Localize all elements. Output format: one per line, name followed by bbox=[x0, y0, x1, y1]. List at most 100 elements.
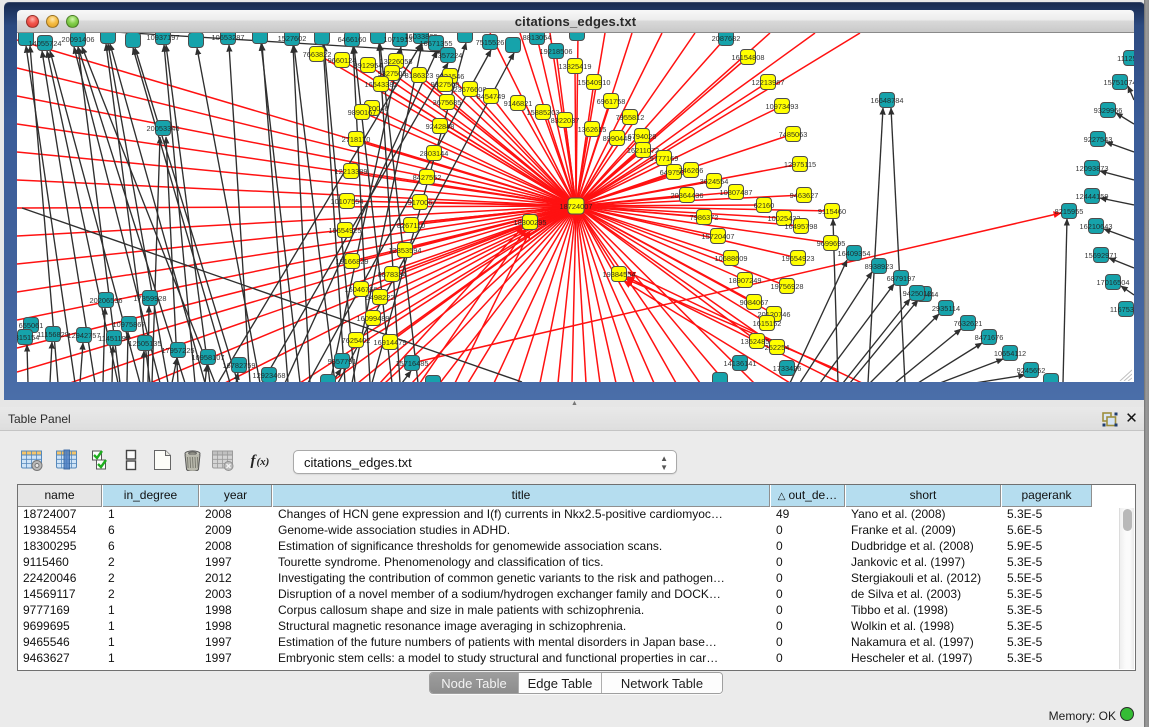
table-row[interactable]: 2242004622012Investigating the contribut… bbox=[18, 571, 1121, 587]
column-header-out_de[interactable]: △out_de… bbox=[771, 485, 845, 507]
graph-node[interactable] bbox=[458, 33, 473, 43]
table-mode-icon[interactable] bbox=[20, 449, 43, 471]
tab-node-table[interactable]: Node Table bbox=[430, 673, 519, 694]
cell-title: Corpus callosum shape and size in male p… bbox=[273, 603, 766, 619]
network-canvas[interactable]: 1405572420091406109371971065328715276026… bbox=[17, 33, 1134, 382]
column-header-pagerank[interactable]: pagerank bbox=[1002, 485, 1092, 507]
resize-grip-icon[interactable] bbox=[1119, 368, 1132, 380]
node-label: 9463627 bbox=[790, 191, 819, 200]
graph-node[interactable] bbox=[506, 38, 521, 53]
tab-edge-table[interactable]: Edge Table bbox=[519, 673, 602, 694]
delete-column-icon[interactable] bbox=[181, 449, 204, 471]
graph-edge bbox=[197, 48, 260, 382]
cell-name: 9463627 bbox=[18, 651, 98, 667]
node-label: 11451194 bbox=[98, 334, 130, 343]
node-label: 655061 bbox=[19, 321, 44, 330]
table-row[interactable]: 946362711997Embryonic stem cells: a mode… bbox=[18, 651, 1121, 667]
node-label: 15716485 bbox=[396, 359, 429, 368]
network-window-titlebar[interactable]: citations_edges.txt bbox=[17, 10, 1134, 33]
table-row[interactable]: 1456911722003Disruption of a novel membe… bbox=[18, 587, 1121, 603]
table-select-dropdown[interactable]: citations_edges.txt ▲▼ bbox=[293, 450, 677, 474]
graph-edge bbox=[261, 44, 300, 382]
cell-out_de: 0 bbox=[771, 571, 841, 587]
cell-title: Investigating the contribution of common… bbox=[273, 571, 766, 587]
node-label: 7955812 bbox=[616, 113, 645, 122]
table-row[interactable]: 1938455462009Genome-wide association stu… bbox=[18, 523, 1121, 539]
cell-title: Estimation of significance thresholds fo… bbox=[273, 539, 766, 555]
node-label: 3624554 bbox=[700, 177, 729, 186]
table-row[interactable]: 911546021997Tourette syndrome. Phenomeno… bbox=[18, 555, 1121, 571]
new-column-icon[interactable] bbox=[151, 449, 174, 471]
cell-pagerank: 5.5E-5 bbox=[1002, 571, 1088, 587]
graph-edge bbox=[229, 45, 250, 382]
cell-short: Hescheler et al. (1997) bbox=[846, 651, 997, 667]
cell-title: Changes of HCN gene expression and I(f) … bbox=[273, 507, 766, 523]
rows-icon[interactable] bbox=[121, 449, 144, 471]
graph-node[interactable] bbox=[189, 33, 204, 48]
node-label: 62160 bbox=[754, 201, 775, 210]
close-panel-icon[interactable]: ✕ bbox=[1124, 410, 1139, 427]
graph-node[interactable] bbox=[126, 33, 141, 48]
table-body: 1872400712008Changes of HCN gene express… bbox=[18, 507, 1121, 667]
graph-node[interactable] bbox=[570, 33, 585, 41]
table-tabs: Node TableEdge TableNetwork Table bbox=[429, 672, 723, 694]
graph-node[interactable] bbox=[426, 376, 441, 383]
graph-edge bbox=[624, 281, 790, 382]
graph-edge bbox=[1128, 86, 1134, 100]
column-header-short[interactable]: short bbox=[846, 485, 1001, 507]
node-label: 19756928 bbox=[771, 282, 804, 291]
graph-edge bbox=[1121, 286, 1134, 295]
node-label: 16154808 bbox=[732, 53, 765, 62]
graph-node[interactable] bbox=[253, 33, 268, 44]
column-header-title[interactable]: title bbox=[273, 485, 770, 507]
table-row[interactable]: 946554611997Estimation of the future num… bbox=[18, 635, 1121, 651]
cell-out_de: 49 bbox=[771, 507, 841, 523]
cell-in_degree: 2 bbox=[103, 571, 195, 587]
table-row[interactable]: 977716911998Corpus callosum shape and si… bbox=[18, 603, 1121, 619]
node-label: 15751074 bbox=[1104, 78, 1134, 87]
float-panel-icon[interactable] bbox=[1102, 411, 1118, 427]
node-label: 7515526 bbox=[476, 38, 505, 47]
cell-out_de: 0 bbox=[771, 651, 841, 667]
node-label: 9329966 bbox=[1094, 106, 1123, 115]
node-label: 13226058 bbox=[380, 57, 413, 66]
cell-short: Nakamura et al. (1997) bbox=[846, 635, 997, 651]
graph-node[interactable] bbox=[315, 33, 330, 45]
split-divider[interactable]: ▲ bbox=[0, 400, 1149, 407]
node-label: 12942757 bbox=[68, 331, 101, 340]
graph-node[interactable] bbox=[101, 33, 116, 44]
node-label: 1733426 bbox=[773, 364, 802, 373]
memory-status-indicator[interactable] bbox=[1120, 707, 1134, 721]
column-header-year[interactable]: year bbox=[200, 485, 272, 507]
node-label: 19654923 bbox=[782, 254, 815, 263]
table-row[interactable]: 1872400712008Changes of HCN gene express… bbox=[18, 507, 1121, 523]
show-columns-icon[interactable] bbox=[55, 449, 78, 471]
select-columns-icon[interactable] bbox=[90, 449, 113, 471]
graph-node[interactable] bbox=[713, 373, 728, 383]
scrollbar-thumb[interactable] bbox=[1123, 509, 1132, 531]
node-label: 16409354 bbox=[838, 249, 871, 258]
node-label: 10973493 bbox=[766, 102, 799, 111]
node-label: 3675685 bbox=[433, 98, 462, 107]
table-scrollbar[interactable] bbox=[1119, 508, 1134, 669]
function-builder-icon[interactable]: f(x) bbox=[249, 449, 272, 471]
graph-edge bbox=[17, 152, 576, 206]
graph-node[interactable] bbox=[321, 375, 336, 383]
cell-short: Franke et al. (2009) bbox=[846, 523, 997, 539]
node-label: 8427552 bbox=[413, 173, 442, 182]
tab-network-table[interactable]: Network Table bbox=[602, 673, 722, 694]
graph-node[interactable] bbox=[1044, 374, 1059, 383]
divider-grip-icon[interactable]: ▲ bbox=[571, 401, 580, 406]
graph-edge bbox=[17, 206, 576, 208]
network-graph[interactable]: 1405572420091406109371971065328715276026… bbox=[17, 33, 1134, 382]
table-row[interactable]: 1830029562008Estimation of significance … bbox=[18, 539, 1121, 555]
node-label: 20091406 bbox=[62, 35, 95, 44]
node-label: 6794028 bbox=[628, 132, 657, 141]
table-row[interactable]: 969969511998Structural magnetic resonanc… bbox=[18, 619, 1121, 635]
node-label: 2935114 bbox=[932, 304, 960, 313]
delete-table-icon[interactable] bbox=[211, 449, 234, 471]
node-label: 8471676 bbox=[975, 333, 1004, 342]
column-header-in_degree[interactable]: in_degree bbox=[103, 485, 199, 507]
column-header-name[interactable]: name bbox=[18, 485, 102, 507]
node-label: 2803144 bbox=[420, 149, 449, 158]
